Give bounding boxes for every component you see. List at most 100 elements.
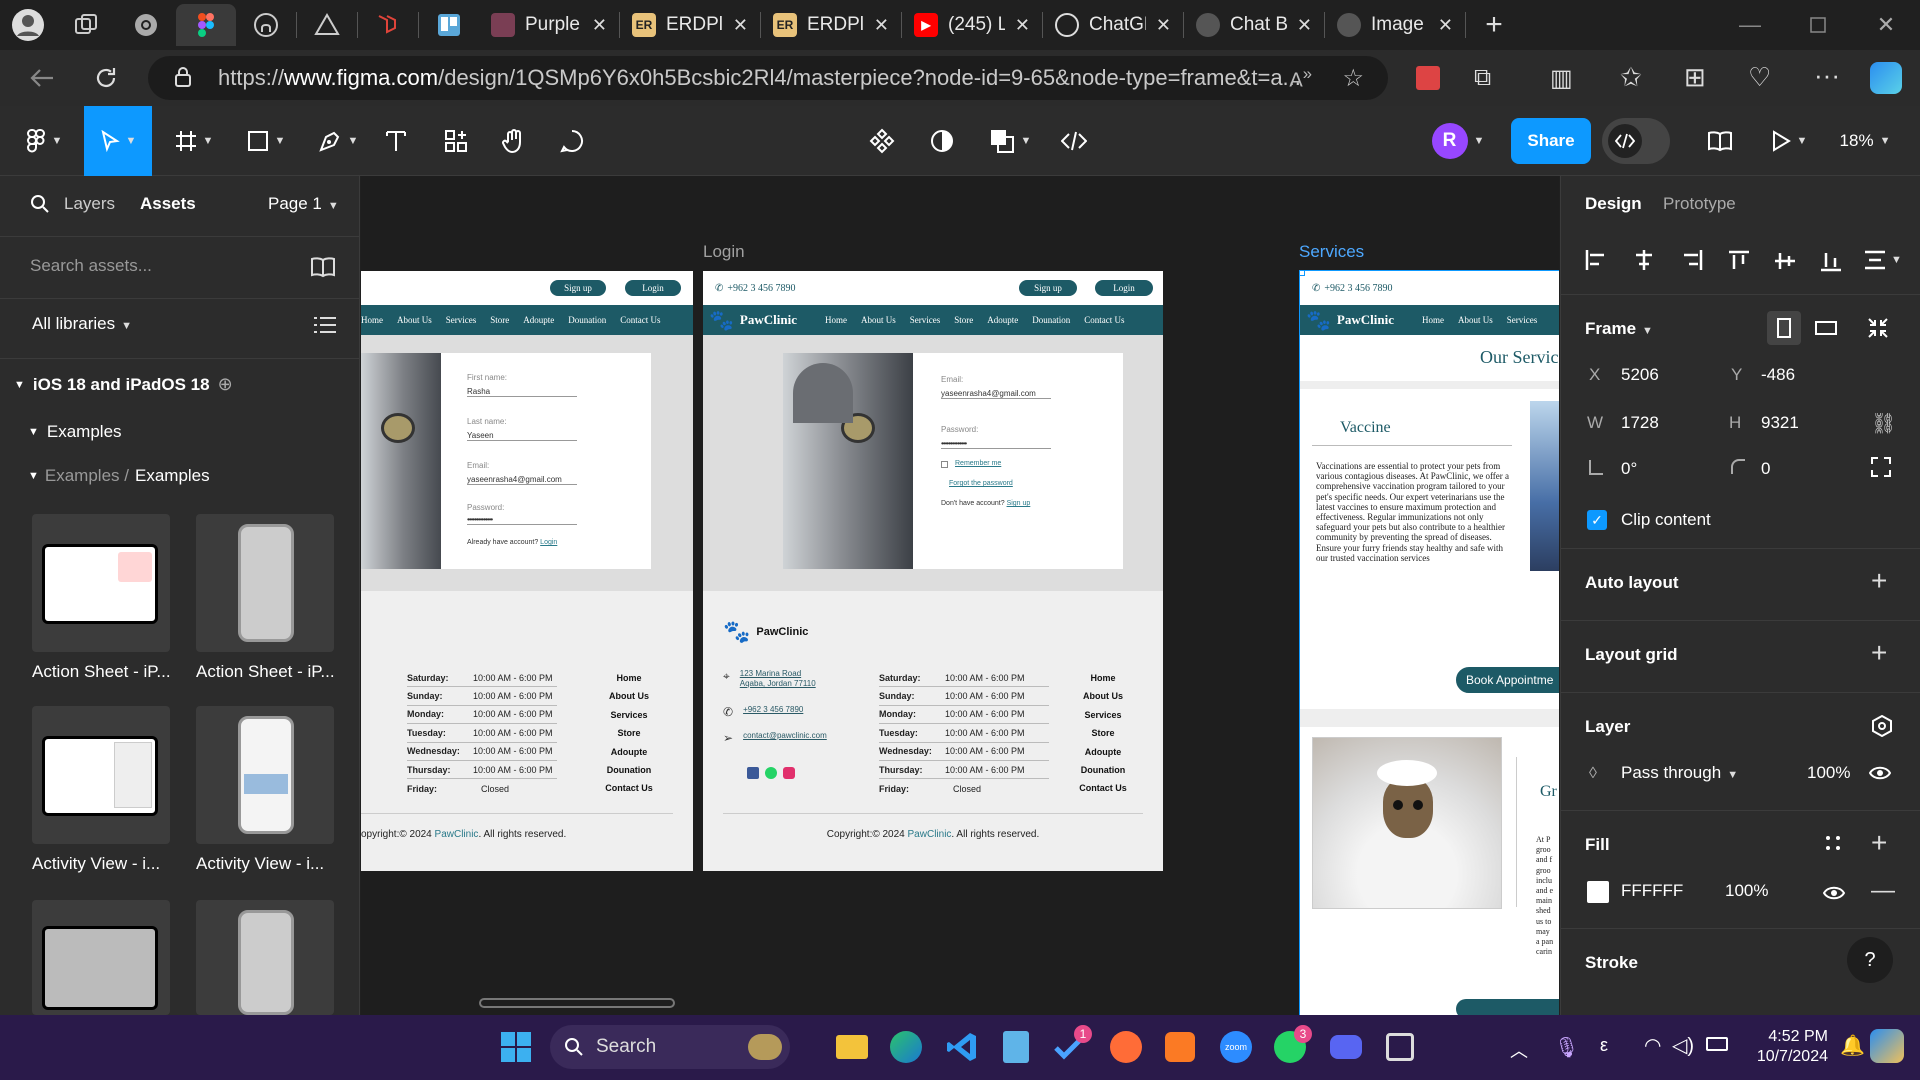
page-selector[interactable]: Page 1 ▼ [268,194,339,214]
library-section-header[interactable]: ▼ iOS 18 and iPadOS 18 ⊕ [14,374,233,395]
add-auto-layout-button[interactable]: + [1871,565,1887,597]
workspaces-icon[interactable] [56,0,116,50]
copilot-taskbar-icon[interactable] [1870,1029,1904,1063]
tab-chat-bl[interactable]: Chat Bl ✕ [1184,4,1324,46]
hand-tool-button[interactable] [490,106,538,176]
close-icon[interactable]: ✕ [1438,15,1453,36]
landscape-toggle[interactable] [1809,311,1843,345]
shape-tool-button[interactable]: ▼ [236,106,296,176]
taskbar-search[interactable]: Search [550,1025,790,1069]
copilot-icon[interactable] [1870,62,1902,94]
show-hidden-icons[interactable]: ︿ [1510,1037,1528,1063]
canvas-horizontal-scrollbar[interactable] [479,998,675,1008]
width-field[interactable]: 1728 [1621,413,1659,433]
asset-thumbnail[interactable] [32,706,170,844]
fill-opacity-field[interactable]: 100% [1725,881,1768,901]
user-avatar-button[interactable]: R ▼ [1428,106,1488,176]
eye-icon[interactable] [1823,885,1845,901]
components-button[interactable] [862,106,902,176]
close-icon[interactable]: ✕ [1015,15,1030,36]
close-icon[interactable]: ✕ [874,15,889,36]
fill-color-swatch[interactable] [1587,881,1609,903]
tab-assets[interactable]: Assets [140,194,196,214]
comment-tool-button[interactable] [548,106,596,176]
volume-icon[interactable]: ◁) [1672,1033,1694,1058]
split-screen-icon[interactable]: ▥ [1550,64,1573,93]
favorite-star-icon[interactable]: ☆ [1342,64,1364,93]
blend-mode-dropdown[interactable]: Pass through ▼ [1621,763,1738,783]
selection-handle[interactable] [1300,271,1305,276]
wifi-icon[interactable]: ◠ [1644,1033,1661,1058]
remove-fill-button[interactable]: — [1871,877,1895,905]
todo-icon[interactable]: 1 [1050,1025,1092,1067]
share-button[interactable]: Share [1511,118,1591,164]
notepad-icon[interactable] [996,1027,1036,1067]
align-top-icon[interactable] [1729,250,1749,272]
boolean-button[interactable]: ▼ [986,106,1034,176]
signup-button[interactable]: Sign up [550,280,606,296]
laravel-icon[interactable] [358,0,418,50]
microphone-icon[interactable]: 🎙 [1554,1035,1579,1060]
profile-avatar[interactable] [0,0,56,50]
portrait-toggle[interactable] [1767,311,1801,345]
tab-erdplus-1[interactable]: ER ERDPlu ✕ [620,4,760,46]
eye-icon[interactable] [1869,765,1891,781]
reload-button[interactable] [84,56,128,100]
whatsapp-icon[interactable]: 3 [1270,1025,1312,1067]
height-field[interactable]: 9321 [1761,413,1799,433]
tab-chatgpt[interactable]: ChatGP ✕ [1043,4,1183,46]
vscode-icon[interactable] [942,1027,982,1067]
start-button[interactable] [496,1027,536,1067]
frame-type-dropdown[interactable]: Frame ▼ [1585,319,1653,339]
add-layout-grid-button[interactable]: + [1871,637,1887,669]
asset-thumbnail[interactable] [32,514,170,652]
favorites-icon[interactable]: ✩ [1620,62,1642,93]
align-bottom-icon[interactable] [1821,250,1841,272]
pen-tool-button[interactable]: ▼ [308,106,368,176]
corner-radius-field[interactable]: 0 [1761,459,1770,479]
resize-to-fit-icon[interactable] [1867,317,1889,339]
asset-thumbnail[interactable] [196,900,334,1015]
close-icon[interactable]: ✕ [592,15,607,36]
maximize-button[interactable] [1784,0,1852,50]
frame-label-login[interactable]: Login [703,242,745,262]
book-appointment-button[interactable]: Book Appointme [1456,667,1559,693]
asset-thumbnail[interactable] [196,514,334,652]
tab-figma[interactable] [176,4,236,46]
add-fill-button[interactable]: + [1871,827,1887,859]
language-indicator[interactable]: ε [1600,1035,1608,1056]
close-icon[interactable]: ✕ [1156,15,1171,36]
login-button[interactable]: Login [1095,280,1153,296]
tab-layers[interactable]: Layers [64,194,115,214]
y-field[interactable]: -486 [1761,365,1795,385]
mask-button[interactable] [922,106,962,176]
layer-opacity-field[interactable]: 100% [1807,763,1850,783]
read-aloud-icon[interactable]: A» [1289,64,1312,93]
snipping-tool-icon[interactable] [1380,1027,1420,1067]
move-tool-button[interactable]: ▼ [84,106,152,176]
align-right-icon[interactable] [1681,250,1703,270]
constrain-proportions-icon[interactable]: ⛓ [1871,411,1896,436]
edge-icon[interactable] [886,1027,926,1067]
rotation-field[interactable]: 0° [1621,459,1637,479]
group-examples[interactable]: ▼ Examples [28,422,122,442]
asset-thumbnail[interactable] [196,706,334,844]
browser-essentials-icon[interactable]: ♡ [1748,62,1771,93]
minimize-button[interactable]: — [1716,0,1784,50]
help-button[interactable]: ? [1847,937,1893,983]
fill-styles-icon[interactable] [1825,835,1841,851]
align-center-horizontal-icon[interactable] [1633,250,1655,270]
tab-image[interactable]: Image ✕ [1325,4,1465,46]
tab-youtube[interactable]: ▶ (245) L ✕ [902,4,1042,46]
main-menu-button[interactable]: ▼ [14,106,74,176]
list-view-icon[interactable] [314,316,336,334]
xampp-icon[interactable] [1160,1027,1200,1067]
design-canvas[interactable]: Sign up Login Home About Us Services Store A… [361,176,1559,1015]
text-tool-button[interactable] [376,106,416,176]
tab-prototype[interactable]: Prototype [1663,194,1736,214]
new-tab-button[interactable]: + [1466,0,1522,50]
libraries-dropdown[interactable]: All libraries ▼ [32,314,132,334]
distribute-icon[interactable]: ▼ [1865,250,1902,270]
align-left-icon[interactable] [1585,250,1607,270]
frame-label-services[interactable]: Services [1299,242,1364,262]
